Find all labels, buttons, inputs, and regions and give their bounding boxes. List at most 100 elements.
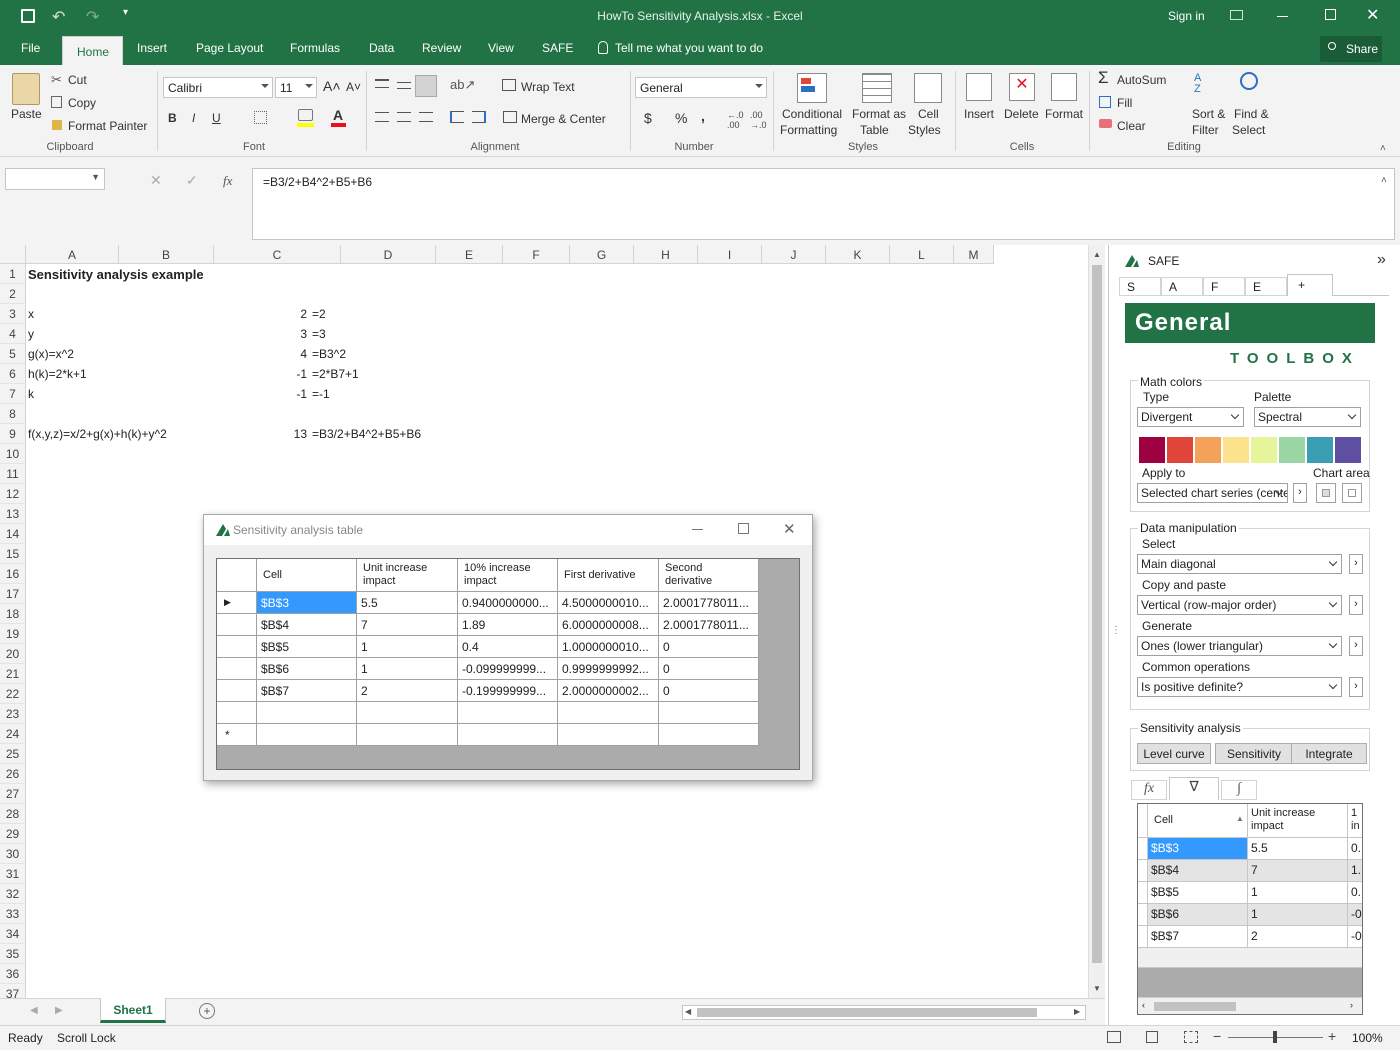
mini-cell[interactable]: $B$4 <box>1148 860 1248 882</box>
cell-b5[interactable]: 4 <box>214 344 307 364</box>
mini-column-header[interactable]: Unit increase impact <box>1248 804 1348 838</box>
pane-tab-a[interactable]: A <box>1161 277 1203 296</box>
conditional-formatting-icon[interactable] <box>797 73 827 103</box>
add-sheet-icon[interactable]: + <box>199 1003 215 1019</box>
row-header-32[interactable]: 32 <box>0 884 26 904</box>
table-cell-empty[interactable] <box>257 702 357 724</box>
zoom-slider-thumb[interactable] <box>1273 1031 1277 1043</box>
row-header-11[interactable]: 11 <box>0 464 26 484</box>
palette-swatch[interactable] <box>1167 437 1193 463</box>
table-cell-empty[interactable] <box>558 702 659 724</box>
copy-icon[interactable] <box>51 96 62 108</box>
table-row-header[interactable] <box>217 658 257 680</box>
paste-icon[interactable] <box>12 73 40 105</box>
scroll-left-icon[interactable]: ◀ <box>685 1007 691 1016</box>
table-cell[interactable]: -0.199999999... <box>458 680 558 702</box>
row-header-10[interactable]: 10 <box>0 444 26 464</box>
column-header-c[interactable]: C <box>214 245 341 264</box>
table-cell[interactable]: $B$5 <box>257 636 357 658</box>
row-header-37[interactable]: 37 <box>0 984 26 998</box>
italic-button[interactable]: I <box>192 111 195 125</box>
chart-area-fill-button[interactable] <box>1316 483 1336 503</box>
mini-cell[interactable]: $B$3 <box>1148 838 1248 860</box>
palette-swatch[interactable] <box>1139 437 1165 463</box>
tab-file[interactable]: File <box>21 41 40 55</box>
table-column-header[interactable]: First derivative <box>558 559 659 592</box>
common-ops-run-button[interactable]: › <box>1349 677 1363 697</box>
row-header-26[interactable]: 26 <box>0 764 26 784</box>
table-cell[interactable]: 6.0000000008... <box>558 614 659 636</box>
autosum-icon[interactable]: Σ <box>1098 68 1109 88</box>
copy-button[interactable]: Copy <box>68 96 96 110</box>
grow-font-icon[interactable]: A˄ <box>323 78 341 94</box>
enter-icon[interactable]: ✓ <box>186 172 198 189</box>
mini-cell[interactable]: 0. <box>1348 838 1362 860</box>
cut-icon[interactable]: ✂ <box>51 72 62 88</box>
column-header-b[interactable]: B <box>119 245 214 264</box>
increase-decimal-icon[interactable]: ←.0.00 <box>727 110 744 130</box>
common-ops-dropdown[interactable]: Is positive definite? <box>1137 677 1342 697</box>
table-cell[interactable]: 2 <box>357 680 458 702</box>
cell-c6[interactable]: =2*B7+1 <box>312 364 359 384</box>
row-header-14[interactable]: 14 <box>0 524 26 544</box>
integrate-button[interactable]: Integrate <box>1291 743 1367 764</box>
comma-button[interactable]: , <box>701 108 705 124</box>
tab-insert[interactable]: Insert <box>137 41 167 55</box>
mini-column-header[interactable]: 1 in <box>1348 804 1362 838</box>
mini-row-header[interactable] <box>1138 904 1148 926</box>
table-row-header[interactable] <box>217 636 257 658</box>
h-scroll-thumb[interactable] <box>697 1008 1037 1017</box>
name-box[interactable]: ▼ <box>5 168 105 190</box>
column-header-a[interactable]: A <box>26 245 119 264</box>
mini-cell[interactable]: 1. <box>1348 860 1362 882</box>
row-header-28[interactable]: 28 <box>0 804 26 824</box>
row-header-15[interactable]: 15 <box>0 544 26 564</box>
row-header-7[interactable]: 7 <box>0 384 26 404</box>
font-name-combo[interactable]: Calibri <box>163 77 273 98</box>
mini-cell[interactable]: 0. <box>1348 882 1362 904</box>
table-cell-empty[interactable] <box>659 702 759 724</box>
mini-column-header[interactable]: Cell <box>1148 804 1248 838</box>
fill-button[interactable]: Fill <box>1117 96 1132 110</box>
column-header-h[interactable]: H <box>634 245 698 264</box>
page-break-view-icon[interactable] <box>1184 1031 1198 1043</box>
generate-dropdown[interactable]: Ones (lower triangular) <box>1137 636 1342 656</box>
mini-cell[interactable]: -0 <box>1348 904 1362 926</box>
row-header-29[interactable]: 29 <box>0 824 26 844</box>
formula-input[interactable]: =B3/2+B4^2+B5+B6 <box>252 168 1395 240</box>
scroll-right-icon[interactable]: › <box>1350 1000 1353 1010</box>
apply-to-select[interactable]: Selected chart series (cente <box>1137 483 1288 503</box>
gradient-tab[interactable]: ∇ <box>1169 777 1219 800</box>
apply-button[interactable]: › <box>1293 483 1307 503</box>
fill-icon[interactable] <box>1099 96 1111 108</box>
delete-button[interactable]: Delete <box>1004 107 1039 121</box>
row-header-4[interactable]: 4 <box>0 324 26 344</box>
cell-c9[interactable]: =B3/2+B4^2+B5+B6 <box>312 424 421 444</box>
table-cell-empty[interactable] <box>558 724 659 746</box>
column-header-f[interactable]: F <box>503 245 570 264</box>
column-header-e[interactable]: E <box>436 245 503 264</box>
delete-cells-icon[interactable]: ✕ <box>1009 73 1035 101</box>
find-select-button[interactable]: Find & <box>1234 107 1269 121</box>
mini-cell[interactable]: 1 <box>1248 882 1348 904</box>
table-cell[interactable]: 2.0001778011... <box>659 614 759 636</box>
cell-b9[interactable]: 13 <box>214 424 307 444</box>
table-row-header[interactable] <box>217 702 257 724</box>
table-column-header[interactable]: 10% increase impact <box>458 559 558 592</box>
horizontal-scrollbar[interactable]: ◀ ▶ <box>682 1005 1086 1020</box>
format-cells-icon[interactable] <box>1051 73 1077 101</box>
copy-paste-dropdown[interactable]: Vertical (row-major order) <box>1137 595 1342 615</box>
dialog-title-bar[interactable]: Sensitivity analysis table ✕ <box>204 515 812 545</box>
scroll-up-icon[interactable]: ▲ <box>1093 250 1101 259</box>
palette-swatch[interactable] <box>1195 437 1221 463</box>
row-header-17[interactable]: 17 <box>0 584 26 604</box>
mini-scroll-thumb[interactable] <box>1154 1002 1236 1011</box>
font-color-icon[interactable]: A <box>333 107 343 123</box>
table-cell[interactable]: $B$6 <box>257 658 357 680</box>
row-header-23[interactable]: 23 <box>0 704 26 724</box>
shrink-font-icon[interactable]: A˅ <box>346 80 361 94</box>
cell-b7[interactable]: -1 <box>214 384 307 404</box>
cell-c4[interactable]: =3 <box>312 324 326 344</box>
chart-area-border-button[interactable] <box>1342 483 1362 503</box>
tab-review[interactable]: Review <box>422 41 461 55</box>
